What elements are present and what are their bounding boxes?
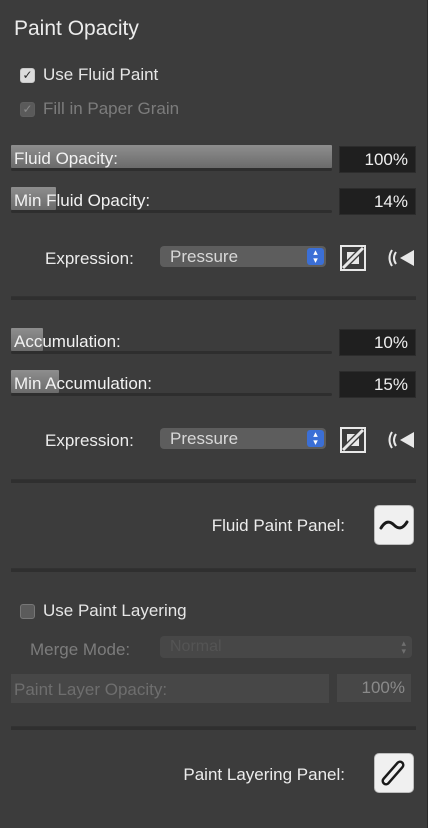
fluid-paint-panel-button[interactable] — [374, 505, 414, 545]
merge-mode-select[interactable]: Normal ▴ ▾ — [160, 636, 412, 658]
fill-paper-grain-checkbox[interactable]: ✓ Fill in Paper Grain — [20, 99, 179, 119]
paint-layering-panel-button[interactable] — [374, 753, 414, 793]
fill-paper-grain-label: Fill in Paper Grain — [43, 99, 180, 118]
panel-title: Paint Opacity — [14, 17, 139, 40]
paint-opacity-panel: Paint Opacity ✓ Use Fluid Paint ✓ Fill i… — [0, 0, 428, 828]
merge-mode-label: Merge Mode: — [30, 640, 131, 659]
fluid-opacity-slider[interactable]: Fluid Opacity: — [11, 145, 332, 171]
invert-expression-icon[interactable] — [339, 244, 367, 272]
min-fluid-opacity-field[interactable]: 14% — [339, 188, 416, 215]
min-accumulation-label: Min Accumulation: — [14, 374, 152, 393]
min-fluid-opacity-slider[interactable]: Min Fluid Opacity: — [11, 187, 332, 213]
accumulation-label: Accumulation: — [14, 332, 121, 351]
expression-selected: Pressure — [170, 429, 239, 448]
paint-layer-opacity-slider[interactable]: Paint Layer Opacity: — [11, 674, 329, 703]
chevron-updown-icon: ▴ ▾ — [307, 248, 324, 265]
checkbox-box — [20, 603, 35, 619]
use-paint-layering-checkbox[interactable]: Use Paint Layering — [20, 601, 187, 621]
separator — [11, 568, 416, 572]
stylus-pressure-icon[interactable] — [386, 244, 414, 272]
paint-layering-icon — [381, 760, 405, 786]
paint-layer-opacity-label: Paint Layer Opacity: — [14, 680, 168, 699]
expression-label: Expression: — [45, 431, 134, 450]
chevron-updown-icon: ▴ ▾ — [307, 430, 324, 447]
separator — [11, 479, 416, 483]
invert-expression-icon[interactable] — [339, 426, 367, 454]
min-accumulation-field[interactable]: 15% — [339, 371, 416, 398]
min-fluid-opacity-label: Min Fluid Opacity: — [14, 191, 151, 210]
fluid-paint-panel-label: Fluid Paint Panel: — [211, 516, 345, 535]
expression-selected: Pressure — [170, 247, 239, 266]
merge-mode-selected: Normal — [170, 638, 222, 655]
wave-icon — [379, 520, 409, 530]
expression-select[interactable]: Pressure ▴ ▾ — [160, 428, 326, 449]
accumulation-field[interactable]: 10% — [339, 329, 416, 356]
separator — [11, 296, 416, 300]
expression-label: Expression: — [45, 249, 134, 268]
stylus-pressure-icon[interactable] — [386, 426, 414, 454]
checkmark-icon: ✓ — [20, 67, 35, 83]
checkmark-icon: ✓ — [20, 101, 35, 117]
fluid-opacity-label: Fluid Opacity: — [14, 149, 118, 168]
fluid-opacity-field[interactable]: 100% — [339, 146, 416, 173]
use-paint-layering-label: Use Paint Layering — [43, 601, 187, 620]
use-fluid-paint-label: Use Fluid Paint — [43, 65, 159, 84]
paint-layer-opacity-field[interactable]: 100% — [337, 674, 411, 702]
paint-layering-panel-label: Paint Layering Panel: — [183, 765, 345, 784]
accumulation-slider[interactable]: Accumulation: — [11, 328, 332, 354]
chevron-updown-icon: ▴ ▾ — [401, 638, 406, 656]
separator — [11, 726, 416, 730]
use-fluid-paint-checkbox[interactable]: ✓ Use Fluid Paint — [20, 65, 158, 85]
min-accumulation-slider[interactable]: Min Accumulation: — [11, 370, 332, 396]
expression-select[interactable]: Pressure ▴ ▾ — [160, 246, 326, 267]
